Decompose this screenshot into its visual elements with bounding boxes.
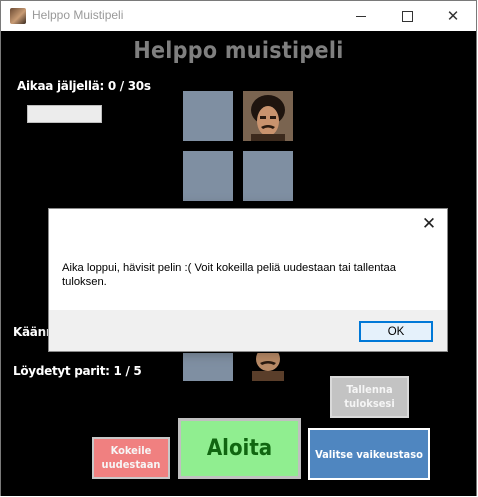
dialog-message: Aika loppui, hävisit pelin :( Voit kokei… — [62, 262, 396, 288]
memory-card-hidden[interactable] — [243, 151, 293, 201]
pairs-found-label: Löydetyt parit: 1 / 5 — [13, 364, 142, 378]
close-icon: ✕ — [446, 6, 460, 25]
minimize-icon — [356, 15, 366, 17]
save-score-button[interactable]: Tallenna tuloksesi — [330, 376, 409, 418]
portrait-mustache-man-image — [243, 353, 293, 381]
memory-card-face-up[interactable] — [243, 353, 293, 381]
time-progress-bar — [27, 105, 102, 123]
select-difficulty-button[interactable]: Valitse vaikeustaso — [308, 428, 430, 480]
retry-button[interactable]: Kokeile uudestaan — [92, 437, 170, 479]
memory-card-hidden[interactable] — [183, 151, 233, 201]
dialog-footer: OK — [49, 310, 447, 351]
game-title: Helppo muistipeli — [133, 38, 344, 64]
ok-button[interactable]: OK — [359, 321, 433, 342]
time-remaining-label: Aikaa jäljellä: 0 / 30s — [17, 79, 151, 93]
window-title: Helppo Muistipeli — [32, 8, 124, 22]
app-portrait-icon — [10, 8, 26, 24]
start-button[interactable]: Aloita — [178, 418, 301, 479]
memory-card-hidden[interactable] — [183, 353, 233, 381]
dialog-close-button[interactable]: ✕ — [419, 214, 439, 234]
game-over-dialog: ✕ Aika loppui, hävisit pelin :( Voit kok… — [48, 208, 448, 352]
close-icon: ✕ — [421, 214, 437, 234]
memory-card-face-up[interactable] — [243, 91, 293, 141]
maximize-icon — [401, 10, 413, 22]
portrait-mustache-man-image — [243, 91, 293, 141]
maximize-button[interactable] — [384, 1, 430, 31]
minimize-button[interactable] — [338, 1, 384, 31]
window-close-button[interactable]: ✕ — [430, 1, 476, 31]
title-bar[interactable]: Helppo Muistipeli ✕ — [1, 1, 476, 31]
memory-card-hidden[interactable] — [183, 91, 233, 141]
